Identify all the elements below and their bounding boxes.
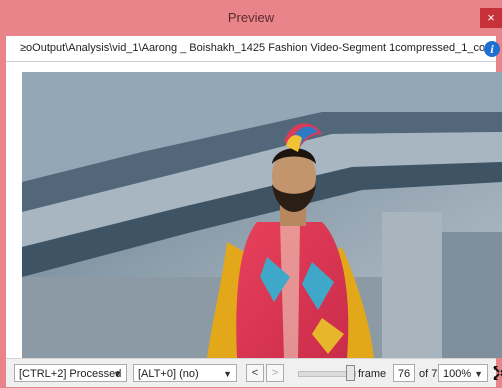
- zoom-value: 100%: [443, 368, 472, 380]
- fit-to-window-icon[interactable]: [493, 365, 502, 381]
- chevron-down-icon: ▼: [223, 369, 232, 379]
- view-mode-select[interactable]: [CTRL+2] Processed ▼: [14, 364, 127, 382]
- playback-controls: [CTRL+2] Processed ▼ [ALT+0] (no) ▼ < > …: [6, 358, 502, 387]
- video-frame-image: [22, 72, 502, 358]
- title-bar: Preview ×: [0, 0, 502, 36]
- chevron-down-icon: ▼: [113, 369, 122, 379]
- chevron-down-icon: ▼: [474, 369, 483, 379]
- overlay-mode-select[interactable]: [ALT+0] (no) ▼: [133, 364, 237, 382]
- file-path: ≥oOutput\Analysis\vid_1\Aarong _ Boishak…: [20, 42, 484, 54]
- zoom-select[interactable]: 100% ▼: [438, 364, 488, 382]
- overlay-mode-value: [ALT+0] (no): [138, 368, 199, 380]
- previous-frame-button[interactable]: <: [246, 364, 264, 382]
- info-icon[interactable]: i: [484, 41, 500, 57]
- frame-slider-thumb[interactable]: [346, 365, 355, 381]
- next-frame-button[interactable]: >: [266, 364, 284, 382]
- window-title: Preview: [227, 10, 275, 25]
- frame-number-input[interactable]: 76: [393, 364, 415, 382]
- file-path-bar: ≥oOutput\Analysis\vid_1\Aarong _ Boishak…: [6, 37, 496, 62]
- frame-label: frame: [358, 368, 387, 380]
- video-frame[interactable]: [22, 72, 502, 358]
- view-mode-value: [CTRL+2] Processed: [19, 368, 122, 380]
- close-button[interactable]: ×: [480, 8, 502, 28]
